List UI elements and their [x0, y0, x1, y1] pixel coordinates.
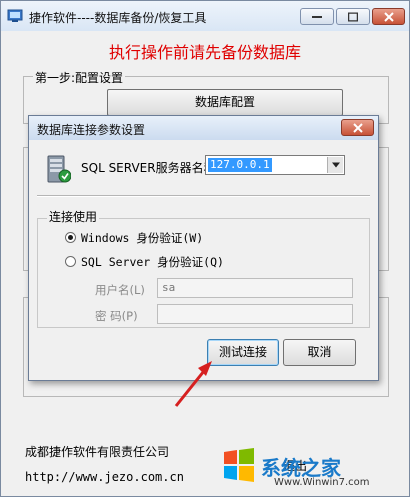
minimize-icon [312, 15, 322, 18]
close-icon [352, 122, 363, 133]
window-close-button[interactable] [372, 8, 405, 25]
radio-selected-dot [68, 235, 73, 240]
server-name-label: SQL SERVER服务器名称 [81, 161, 216, 175]
window-title: 捷作软件----数据库备份/恢复工具 [29, 11, 207, 25]
windows-auth-label[interactable]: Windows 身份验证(W) [81, 230, 203, 246]
website-link[interactable]: http://www.jezo.com.cn [25, 470, 184, 484]
server-dropdown-button[interactable] [327, 157, 343, 173]
company-name: 成都捷作软件有限责任公司 [25, 445, 170, 459]
sql-auth-label[interactable]: SQL Server 身份验证(Q) [81, 254, 224, 270]
dialog-close-button[interactable] [341, 119, 374, 136]
annotation-arrow-icon [174, 361, 212, 407]
windows-logo-icon [224, 448, 254, 482]
server-name-value: 127.0.0.1 [208, 158, 272, 172]
step1-label: 第一步:配置设置 [33, 69, 126, 86]
password-input[interactable] [157, 304, 353, 324]
main-titlebar: 捷作软件----数据库备份/恢复工具 [1, 1, 409, 31]
database-server-icon [47, 155, 71, 183]
chevron-down-icon [331, 162, 340, 168]
connection-group-label: 连接使用 [47, 208, 100, 225]
divider [37, 195, 370, 197]
username-label: 用户名(L) [95, 283, 145, 297]
dialog-titlebar: 数据库连接参数设置 [29, 116, 378, 140]
windows-auth-radio[interactable] [65, 232, 76, 243]
dialog-title: 数据库连接参数设置 [37, 123, 146, 137]
close-icon [383, 11, 394, 22]
cancel-button[interactable]: 取消 [283, 339, 356, 366]
maximize-button[interactable] [336, 8, 370, 25]
watermark: 系统之家 Www.Winwin7.com [216, 440, 408, 494]
minimize-button[interactable] [300, 8, 334, 25]
db-config-button[interactable]: 数据库配置 [107, 89, 343, 116]
password-label: 密 码(P) [95, 309, 138, 323]
maximize-icon [348, 12, 358, 21]
page-heading: 执行操作前请先备份数据库 [108, 43, 301, 62]
app-icon [7, 9, 23, 22]
sql-auth-radio[interactable] [65, 256, 76, 267]
username-input[interactable]: sa [157, 278, 353, 298]
server-name-combobox[interactable]: 127.0.0.1 [205, 155, 345, 175]
db-connection-dialog: 数据库连接参数设置 SQL SERVER服务器名称 127.0.0.1 连接使用… [28, 115, 379, 381]
watermark-url: Www.Winwin7.com [274, 477, 370, 488]
